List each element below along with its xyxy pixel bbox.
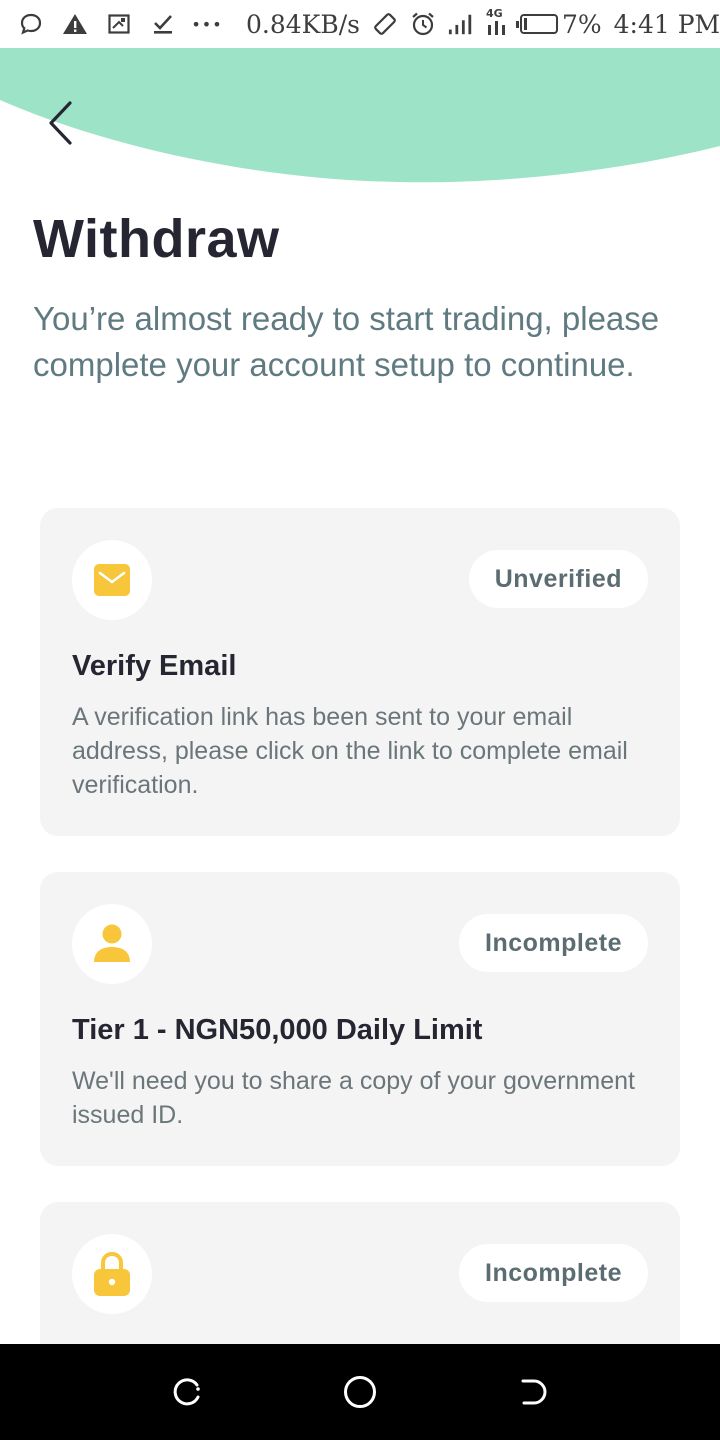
system-status: 0.84KB/s 4G 7% 4:41 PM: [220, 7, 720, 39]
back-button[interactable]: [38, 96, 84, 150]
recents-button[interactable]: [157, 1362, 217, 1422]
chat-bubble-icon: [18, 11, 44, 37]
page-subtitle: You’re almost ready to start trading, pl…: [33, 300, 660, 383]
chevron-left-icon: [49, 101, 72, 145]
alarm-icon: [410, 11, 436, 37]
notification-icons: •••: [18, 11, 223, 37]
signal-icon: [448, 11, 474, 37]
status-badge: Incomplete: [459, 1244, 648, 1302]
page-title: Withdraw: [33, 209, 280, 269]
system-nav-bar: [0, 1344, 720, 1440]
status-bar: ••• 0.84KB/s 4G 7% 4:41 PM: [0, 0, 720, 48]
screenshot-icon: [106, 11, 132, 37]
network-4g-icon: 4G: [486, 7, 508, 37]
clock: 4:41 PM: [613, 9, 720, 39]
tier1-card[interactable]: Incomplete Tier 1 - NGN50,000 Daily Limi…: [40, 872, 680, 1166]
lock-icon: [94, 1251, 130, 1296]
card-icon-badge: [72, 1234, 152, 1314]
rotate-icon: [372, 11, 398, 37]
verify-email-card[interactable]: Unverified Verify Email A verification l…: [40, 508, 680, 836]
warning-icon: [62, 11, 88, 37]
back-nav-icon: [521, 1379, 547, 1405]
card-description: We'll need you to share a copy of your g…: [72, 1067, 635, 1129]
user-icon: [94, 924, 130, 962]
battery-level: 7%: [561, 9, 602, 39]
recents-icon: [173, 1378, 200, 1406]
envelope-icon: [94, 564, 130, 596]
status-badge: Incomplete: [459, 914, 648, 972]
card-icon-badge: [72, 904, 152, 984]
card-icon-badge: [72, 540, 152, 620]
header-wave: [0, 48, 720, 183]
card-title: Tier 1 - NGN50,000 Daily Limit: [72, 1014, 483, 1046]
card-title: Verify Email: [72, 650, 237, 682]
download-done-icon: [150, 11, 176, 37]
battery-icon: [515, 14, 558, 34]
back-nav-button[interactable]: [503, 1362, 563, 1422]
status-badge: Unverified: [468, 550, 648, 608]
network-speed: 0.84KB/s: [246, 9, 360, 39]
card-description: A verification link has been sent to you…: [72, 703, 628, 799]
home-button[interactable]: [330, 1362, 390, 1422]
more-dots-icon: •••: [191, 14, 223, 34]
home-icon: [343, 1376, 376, 1408]
